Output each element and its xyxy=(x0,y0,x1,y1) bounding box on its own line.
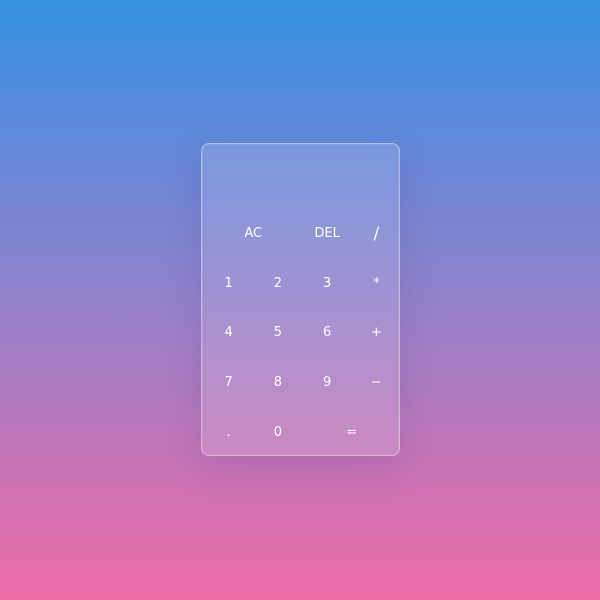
digit-7-button[interactable]: 7 xyxy=(204,358,253,408)
digit-1-button[interactable]: 1 xyxy=(204,259,253,309)
all-clear-button[interactable]: AC xyxy=(204,209,303,259)
digit-6-button[interactable]: 6 xyxy=(303,308,352,358)
digit-3-button[interactable]: 3 xyxy=(303,259,352,309)
delete-button[interactable]: DEL xyxy=(303,209,352,259)
subtract-button[interactable]: − xyxy=(352,358,401,408)
divide-button[interactable]: / xyxy=(352,209,401,259)
digit-4-button[interactable]: 4 xyxy=(204,308,253,358)
calculator-panel: AC DEL / 1 2 3 * 4 5 6 + 7 8 9 − . 0 = xyxy=(201,143,400,456)
multiply-button[interactable]: * xyxy=(352,259,401,309)
equals-button[interactable]: = xyxy=(303,407,402,457)
digit-0-button[interactable]: 0 xyxy=(253,407,302,457)
calculator-display xyxy=(214,162,387,212)
keypad: AC DEL / 1 2 3 * 4 5 6 + 7 8 9 − . 0 = xyxy=(204,209,401,457)
digit-8-button[interactable]: 8 xyxy=(253,358,302,408)
add-button[interactable]: + xyxy=(352,308,401,358)
digit-5-button[interactable]: 5 xyxy=(253,308,302,358)
digit-9-button[interactable]: 9 xyxy=(303,358,352,408)
decimal-point-button[interactable]: . xyxy=(204,407,253,457)
digit-2-button[interactable]: 2 xyxy=(253,259,302,309)
